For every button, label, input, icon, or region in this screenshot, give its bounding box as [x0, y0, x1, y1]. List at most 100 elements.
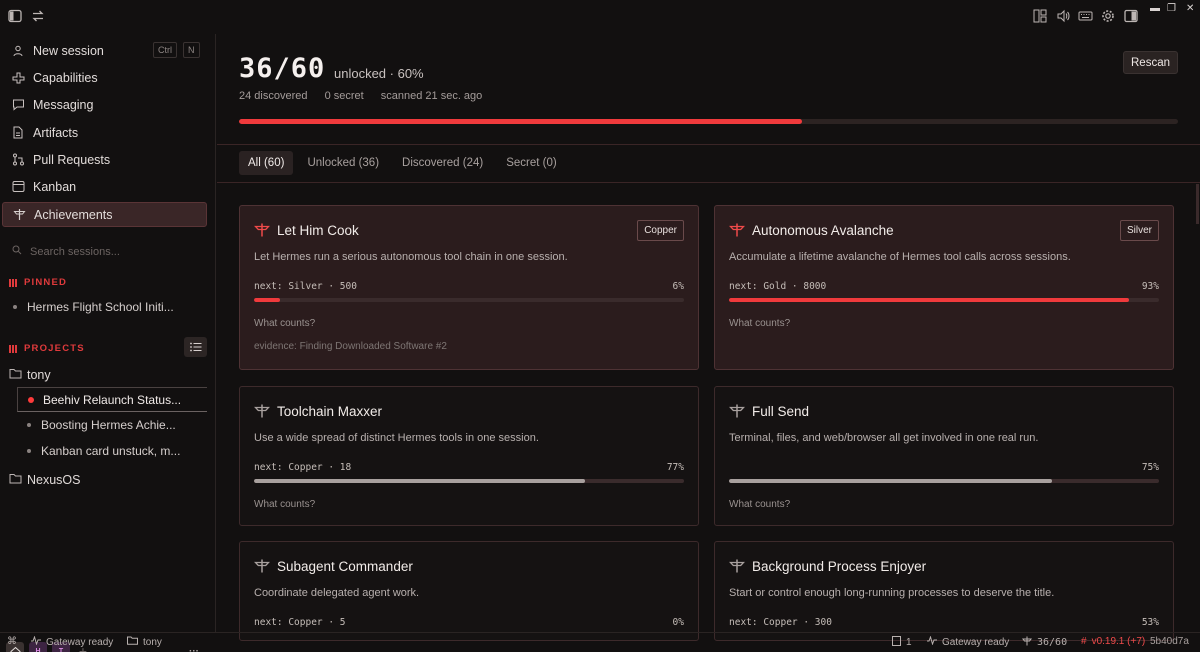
- discovered-count: 24 discovered: [239, 90, 308, 102]
- what-counts-link[interactable]: What counts?: [729, 318, 790, 329]
- grid-dots-icon: [9, 278, 17, 287]
- restore-button[interactable]: ❐: [1167, 3, 1176, 14]
- trophy-icon: [254, 222, 270, 238]
- minimize-button[interactable]: ▬: [1150, 3, 1160, 14]
- nav-kanban[interactable]: Kanban: [2, 174, 207, 199]
- trophy-icon: [729, 403, 745, 419]
- capabilities-icon: [10, 70, 26, 86]
- next-tier: next: Gold · 8000: [729, 281, 827, 292]
- session-item[interactable]: Boosting Hermes Achie...: [27, 418, 176, 432]
- achievement-title: Let Him Cook: [277, 223, 359, 238]
- overall-progress-fill: [239, 119, 803, 124]
- achievement-title: Autonomous Avalanche: [752, 223, 894, 238]
- achievement-progress-fill: [729, 298, 1129, 302]
- trophy-icon: [254, 403, 270, 419]
- sessions-status[interactable]: 1: [892, 636, 912, 649]
- next-tier: next: Copper · 5: [254, 617, 346, 628]
- session-item-active[interactable]: Beehiv Relaunch Status...: [17, 387, 207, 412]
- what-counts-link[interactable]: What counts?: [254, 318, 315, 329]
- achievements-status[interactable]: 36/60: [1022, 636, 1067, 649]
- search-input[interactable]: Search sessions...: [30, 246, 120, 258]
- top-bar: ▬ ❐ ✕: [0, 0, 1200, 34]
- nav-label: Artifacts: [33, 125, 79, 140]
- activity-icon: [31, 635, 41, 648]
- nav-capabilities[interactable]: Capabilities: [2, 65, 207, 90]
- project-nexusos[interactable]: NexusOS: [9, 473, 81, 487]
- project-tony[interactable]: tony: [9, 368, 51, 382]
- command-icon[interactable]: ⌘: [7, 636, 17, 647]
- volume-icon[interactable]: [1055, 8, 1071, 24]
- panel-icon[interactable]: [1123, 8, 1139, 24]
- layout-icon[interactable]: [1032, 8, 1048, 24]
- secret-count: 0 secret: [324, 90, 364, 102]
- achievement-description: Accumulate a lifetime avalanche of Herme…: [729, 251, 1071, 263]
- session-search[interactable]: Search sessions...: [12, 245, 120, 258]
- trophy-icon: [254, 558, 270, 574]
- close-button[interactable]: ✕: [1186, 3, 1194, 14]
- activity-icon: [927, 635, 937, 648]
- divider: [217, 182, 1200, 183]
- next-tier: next: Silver · 500: [254, 281, 357, 292]
- achievement-progress-bar: [729, 298, 1159, 302]
- achievement-title: Subagent Commander: [277, 559, 413, 574]
- achievement-card[interactable]: Background Process Enjoyer Start or contr…: [714, 541, 1174, 641]
- divider: [217, 144, 1200, 145]
- nav-label: Achievements: [34, 207, 113, 222]
- next-tier: next: Copper · 18: [254, 462, 352, 473]
- trophy-icon: [1022, 636, 1032, 649]
- swap-arrows-icon[interactable]: [30, 8, 46, 24]
- rescan-button[interactable]: Rescan: [1123, 51, 1178, 74]
- evidence-text: evidence: Finding Downloaded Software #2: [254, 341, 447, 352]
- achievement-progress-fill: [729, 479, 1052, 483]
- nav-label: Kanban: [33, 179, 77, 194]
- project-list-button[interactable]: [184, 337, 207, 357]
- user-icon: [10, 43, 26, 59]
- hash-icon: #: [1081, 636, 1087, 647]
- version-status[interactable]: # v0.19.1 (+7): [1081, 636, 1145, 647]
- achievement-description: Coordinate delegated agent work.: [254, 587, 420, 599]
- folder-icon: [127, 636, 138, 648]
- achievement-card[interactable]: Autonomous Avalanche Silver Accumulate a l…: [714, 205, 1174, 370]
- pinned-session[interactable]: Hermes Flight School Initi...: [13, 300, 174, 314]
- tab-discovered[interactable]: Discovered (24): [393, 151, 492, 175]
- folder-status[interactable]: tony: [127, 636, 162, 648]
- tab-unlocked[interactable]: Unlocked (36): [298, 151, 388, 175]
- achievement-count: 36/60: [239, 53, 326, 84]
- session-item[interactable]: Kanban card unstuck, m...: [27, 444, 180, 458]
- sidebar: New session Ctrl N Capabilities Messagin…: [0, 34, 216, 652]
- shortcut-ctrl: Ctrl: [153, 42, 177, 58]
- achievement-progress-bar: [729, 479, 1159, 483]
- achievement-card[interactable]: Toolchain Maxxer Use a wide spread of dis…: [239, 386, 699, 526]
- nav-messaging[interactable]: Messaging: [2, 92, 207, 117]
- scrollbar[interactable]: [1196, 184, 1199, 224]
- achievement-card[interactable]: Let Him Cook Copper Let Hermes run a serio…: [239, 205, 699, 370]
- progress-percent: 53%: [1141, 617, 1159, 628]
- tier-badge: Silver: [1119, 220, 1159, 241]
- trophy-icon: [729, 558, 745, 574]
- tab-secret[interactable]: Secret (0): [497, 151, 566, 175]
- tier-badge: Copper: [637, 220, 684, 241]
- achievement-card[interactable]: Full Send Terminal, files, and web/browse…: [714, 386, 1174, 526]
- overall-progress-bar: [239, 119, 1178, 124]
- grid-dots-icon: [9, 344, 17, 353]
- gear-icon[interactable]: [1100, 8, 1116, 24]
- nav-artifacts[interactable]: Artifacts: [2, 120, 207, 145]
- achievement-progress-fill: [254, 298, 280, 302]
- nav-achievements[interactable]: Achievements: [2, 202, 207, 227]
- what-counts-link[interactable]: What counts?: [729, 499, 790, 510]
- folder-icon: [9, 473, 22, 487]
- sidebar-toggle-icon[interactable]: [7, 8, 23, 24]
- gateway-status-right: Gateway ready: [927, 635, 1009, 648]
- active-dot: [28, 396, 34, 403]
- progress-percent: 93%: [1141, 281, 1159, 292]
- keyboard-icon[interactable]: [1077, 8, 1093, 24]
- achievement-card[interactable]: Subagent Commander Coordinate delegated a…: [239, 541, 699, 641]
- what-counts-link[interactable]: What counts?: [254, 499, 315, 510]
- nav-new-session[interactable]: New session Ctrl N: [2, 38, 207, 63]
- kanban-icon: [10, 179, 26, 195]
- file-icon: [892, 636, 901, 649]
- achievement-title: Background Process Enjoyer: [752, 559, 927, 574]
- nav-pull-requests[interactable]: Pull Requests: [2, 147, 207, 172]
- achievement-title: Full Send: [752, 404, 810, 419]
- tab-all[interactable]: All (60): [239, 151, 294, 175]
